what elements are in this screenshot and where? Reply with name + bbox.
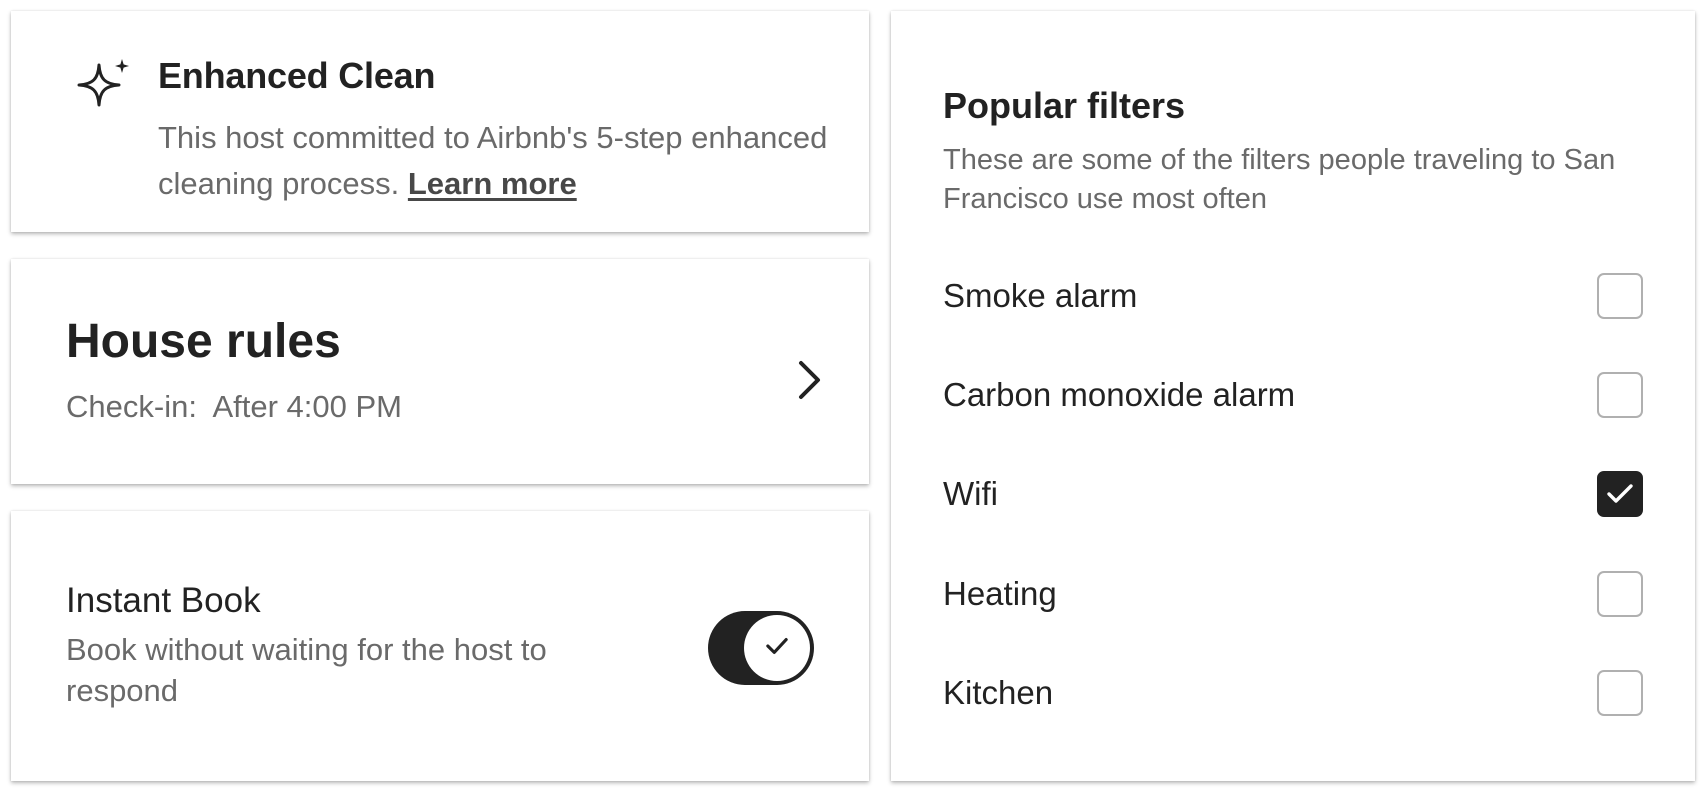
smoke-alarm-checkbox[interactable] [1597,273,1643,319]
enhanced-clean-card: Enhanced Clean This host committed to Ai… [11,11,869,232]
instant-book-toggle[interactable] [708,611,814,685]
check-icon [1607,484,1633,503]
filter-label: Carbon monoxide alarm [943,376,1296,413]
house-rules-card[interactable]: House rules Check-in: After 4:00 PM [11,259,869,484]
carbon-monoxide-alarm-checkbox[interactable] [1597,372,1643,418]
filter-label: Heating [943,575,1057,612]
sparkle-icon [75,57,135,117]
heating-checkbox[interactable] [1597,571,1643,617]
house-rules-title: House rules [66,315,341,368]
filter-label: Kitchen [943,674,1054,711]
learn-more-link[interactable]: Learn more [408,166,577,201]
enhanced-clean-title: Enhanced Clean [158,55,436,96]
instant-book-card: Instant Book Book without waiting for th… [11,511,869,781]
filter-label: Smoke alarm [943,277,1138,314]
popular-filters-title: Popular filters [943,85,1186,126]
filter-smoke-alarm[interactable]: Smoke alarm [943,267,1643,327]
instant-book-title: Instant Book [66,581,261,620]
filter-kitchen[interactable]: Kitchen [943,664,1643,724]
kitchen-checkbox[interactable] [1597,670,1643,716]
instant-book-description: Book without waiting for the host to res… [66,632,547,708]
check-icon [764,635,790,662]
chevron-right-icon[interactable] [789,349,829,411]
popular-filters-description: These are some of the filters people tra… [943,144,1616,215]
filter-label: Wifi [943,475,998,512]
toggle-knob [744,615,810,681]
filter-wifi[interactable]: Wifi [943,465,1643,525]
filter-heating[interactable]: Heating [943,565,1643,625]
enhanced-clean-description: This host committed to Airbnb's 5-step e… [158,115,848,207]
filter-carbon-monoxide-alarm[interactable]: Carbon monoxide alarm [943,366,1643,426]
checkin-time: Check-in: After 4:00 PM [66,389,402,424]
popular-filters-card: Popular filters These are some of the fi… [891,11,1695,781]
wifi-checkbox[interactable] [1597,471,1643,517]
